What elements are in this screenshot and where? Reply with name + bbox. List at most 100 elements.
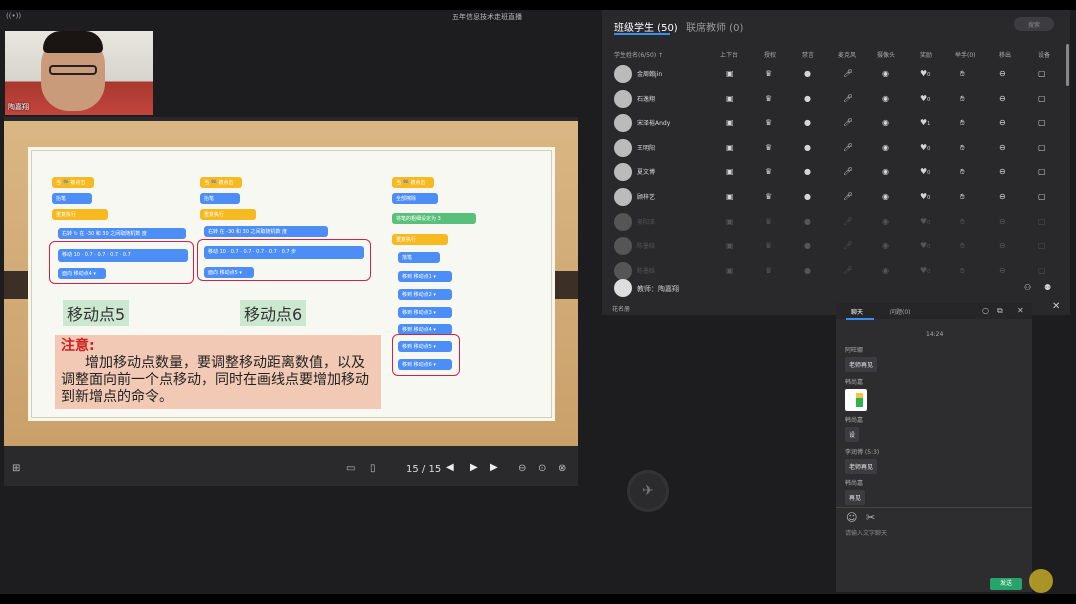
grid-icon[interactable]: ⊞ [12,463,20,474]
remove-icon[interactable]: ⊖ [999,241,1006,250]
stage-icon[interactable]: ▣ [726,241,734,250]
hand-icon[interactable]: ✋︎ [960,192,965,202]
prev-icon[interactable]: ◀ [446,462,454,473]
reward-icon[interactable]: ♥0 [920,143,930,152]
mic-icon[interactable]: 🎤︎ [843,192,853,201]
device-icon[interactable]: ▢ [1038,94,1046,103]
hand-icon[interactable]: ✋︎ [960,217,965,227]
mic-icon[interactable]: 🎤︎ [843,217,853,226]
chat-mute-icon[interactable]: ● [804,266,811,275]
device-icon[interactable]: ▢ [1038,266,1046,275]
caption-icon[interactable]: ▭ [346,463,355,474]
roster-link[interactable]: 花名册 [612,304,630,313]
camera-icon[interactable]: ◉ [882,266,889,275]
stage-icon[interactable]: ▣ [726,143,734,152]
remove-icon[interactable]: ⊖ [999,192,1006,201]
mic-icon[interactable]: 🎤︎ [843,69,853,78]
fit-icon[interactable]: ⊙ [538,463,546,474]
remove-icon[interactable]: ⊖ [999,69,1006,78]
layout-icon[interactable]: ▯ [370,463,376,474]
auth-icon[interactable]: ♛ [765,69,772,78]
chat-mute-icon[interactable]: ● [804,167,811,176]
auth-icon[interactable]: ♛ [765,118,772,127]
mic-icon[interactable]: 🎤︎ [843,118,853,127]
auth-icon[interactable]: ♛ [765,241,772,250]
reward-icon[interactable]: ♥1 [920,118,930,127]
hand-icon[interactable]: ✋︎ [960,241,965,251]
close-icon[interactable]: ✕ [1052,301,1060,312]
auth-icon[interactable]: ♛ [765,143,772,152]
remove-icon[interactable]: ⊖ [999,167,1006,176]
stage-icon[interactable]: ▣ [726,94,734,103]
chat-close-icon[interactable]: ✕ [1017,306,1024,315]
device-icon[interactable]: ▢ [1038,143,1046,152]
device-icon[interactable]: ▢ [1038,217,1046,226]
scrollbar[interactable] [1066,44,1069,86]
camera-icon[interactable]: ◉ [882,241,889,250]
col-name[interactable]: 学生姓名(6/50) ↑ [614,50,663,59]
send-button[interactable]: 发送 [990,578,1022,590]
hand-icon[interactable]: ✋︎ [960,69,965,79]
mic-icon[interactable]: 🎤︎ [843,266,853,275]
search-input[interactable]: 搜索 [1014,17,1054,31]
device-icon[interactable]: ▢ [1038,118,1046,127]
stage-icon[interactable]: ▣ [726,69,734,78]
device-icon[interactable]: ▢ [1038,241,1046,250]
stage-icon[interactable]: ▣ [726,167,734,176]
tab-teachers[interactable]: 联席教师 (0) [686,19,743,34]
remove-icon[interactable]: ⊖ [999,266,1006,275]
emoji-icon[interactable]: ☺ [846,511,857,524]
camera-icon[interactable]: ◉ [882,94,889,103]
zoom-out-icon[interactable]: ⊖ [518,463,526,474]
device-icon[interactable]: ▢ [1038,167,1046,176]
reward-icon[interactable]: ♥0 [920,167,930,176]
remove-icon[interactable]: ⊖ [999,118,1006,127]
stage-icon[interactable]: ▣ [726,118,734,127]
camera-icon[interactable]: ◉ [882,217,889,226]
camera-icon[interactable]: ◉ [882,143,889,152]
chat-mute-icon[interactable]: ● [804,143,811,152]
chat-bubble-icon[interactable]: ○ [982,306,989,315]
chat-mute-icon[interactable]: ● [804,241,811,250]
play-icon[interactable]: ▶ [470,462,478,473]
stage-icon[interactable]: ▣ [726,192,734,201]
reward-icon[interactable]: ♥0 [920,241,930,250]
remove-icon[interactable]: ⊖ [999,217,1006,226]
tab-students[interactable]: 班级学生 (50) [614,19,678,34]
reward-icon[interactable]: ♥0 [920,217,930,226]
user-icon[interactable]: ⚇ [1024,283,1031,292]
chat-mute-icon[interactable]: ● [804,94,811,103]
fly-button[interactable]: ✈ [627,470,669,512]
mic-icon[interactable]: 🎤︎ [843,143,853,152]
stage-icon[interactable]: ▣ [726,266,734,275]
auth-icon[interactable]: ♛ [765,266,772,275]
hand-icon[interactable]: ✋︎ [960,266,965,276]
reward-icon[interactable]: ♥0 [920,94,930,103]
group-icon[interactable]: ⚉ [1044,283,1051,292]
chat-input[interactable]: 请输入文字聊天 [845,528,887,537]
next-icon[interactable]: ▶ [490,462,498,473]
hand-icon[interactable]: ✋︎ [960,118,965,128]
auth-icon[interactable]: ♛ [765,167,772,176]
tab-questions[interactable]: 问题(0) [890,307,911,316]
device-icon[interactable]: ▢ [1038,69,1046,78]
auth-icon[interactable]: ♛ [765,217,772,226]
reward-icon[interactable]: ♥0 [920,192,930,201]
hand-icon[interactable]: ✋︎ [960,94,965,104]
image-message[interactable] [845,389,867,411]
camera-icon[interactable]: ◉ [882,118,889,127]
auth-icon[interactable]: ♛ [765,94,772,103]
mic-icon[interactable]: 🎤︎ [843,241,853,250]
hand-icon[interactable]: ✋︎ [960,143,965,153]
hand-icon[interactable]: ✋︎ [960,167,965,177]
chat-mute-icon[interactable]: ● [804,192,811,201]
stage-icon[interactable]: ▣ [726,217,734,226]
device-icon[interactable]: ▢ [1038,192,1046,201]
popout-icon[interactable]: ⧉ [997,306,1003,316]
camera-icon[interactable]: ◉ [882,69,889,78]
camera-icon[interactable]: ◉ [882,192,889,201]
close-slide-icon[interactable]: ⊗ [558,463,566,474]
chat-mute-icon[interactable]: ● [804,118,811,127]
reward-icon[interactable]: ♥0 [920,266,930,275]
chat-mute-icon[interactable]: ● [804,69,811,78]
